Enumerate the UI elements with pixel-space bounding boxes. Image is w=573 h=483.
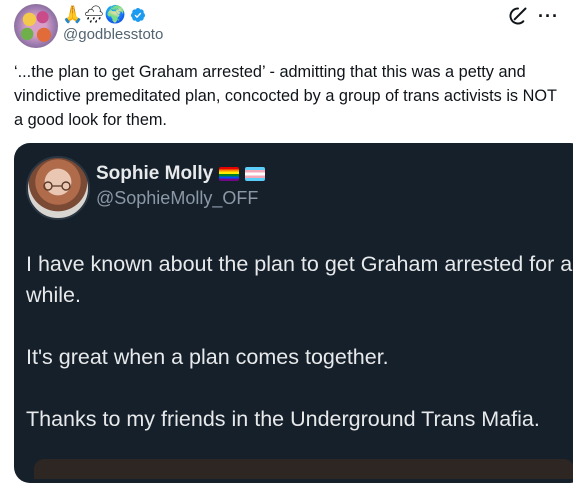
quoted-author-name-row[interactable]: Sophie Molly [96, 163, 266, 185]
quoted-tweet-text: I have known about the plan to get Graha… [26, 252, 573, 431]
tweet-actions-top: ··· [508, 6, 559, 26]
author-avatar[interactable] [14, 4, 58, 48]
display-name-emojis: 🙏🌧🌍 [62, 5, 126, 24]
tweet-text: ‘...the plan to get Graham arrested’ - a… [14, 63, 562, 129]
verified-badge-icon [130, 8, 145, 22]
quoted-tweet-card[interactable]: Sophie Molly @SophieMolly_OFF I have kno… [14, 143, 573, 483]
grok-icon[interactable] [508, 6, 528, 26]
glasses-detail [43, 181, 71, 191]
quoted-author-name: Sophie Molly [96, 163, 214, 184]
more-options-icon[interactable]: ··· [538, 6, 559, 26]
author-name-row[interactable]: 🙏🌧🌍 [62, 4, 146, 26]
quoted-author-handle[interactable]: @SophieMolly_OFF [96, 188, 258, 209]
rainbow-flag-icon [219, 167, 240, 181]
author-handle[interactable]: @godblesstoto [63, 26, 163, 43]
trans-flag-icon [245, 167, 266, 181]
quoted-media-edge [34, 459, 573, 479]
